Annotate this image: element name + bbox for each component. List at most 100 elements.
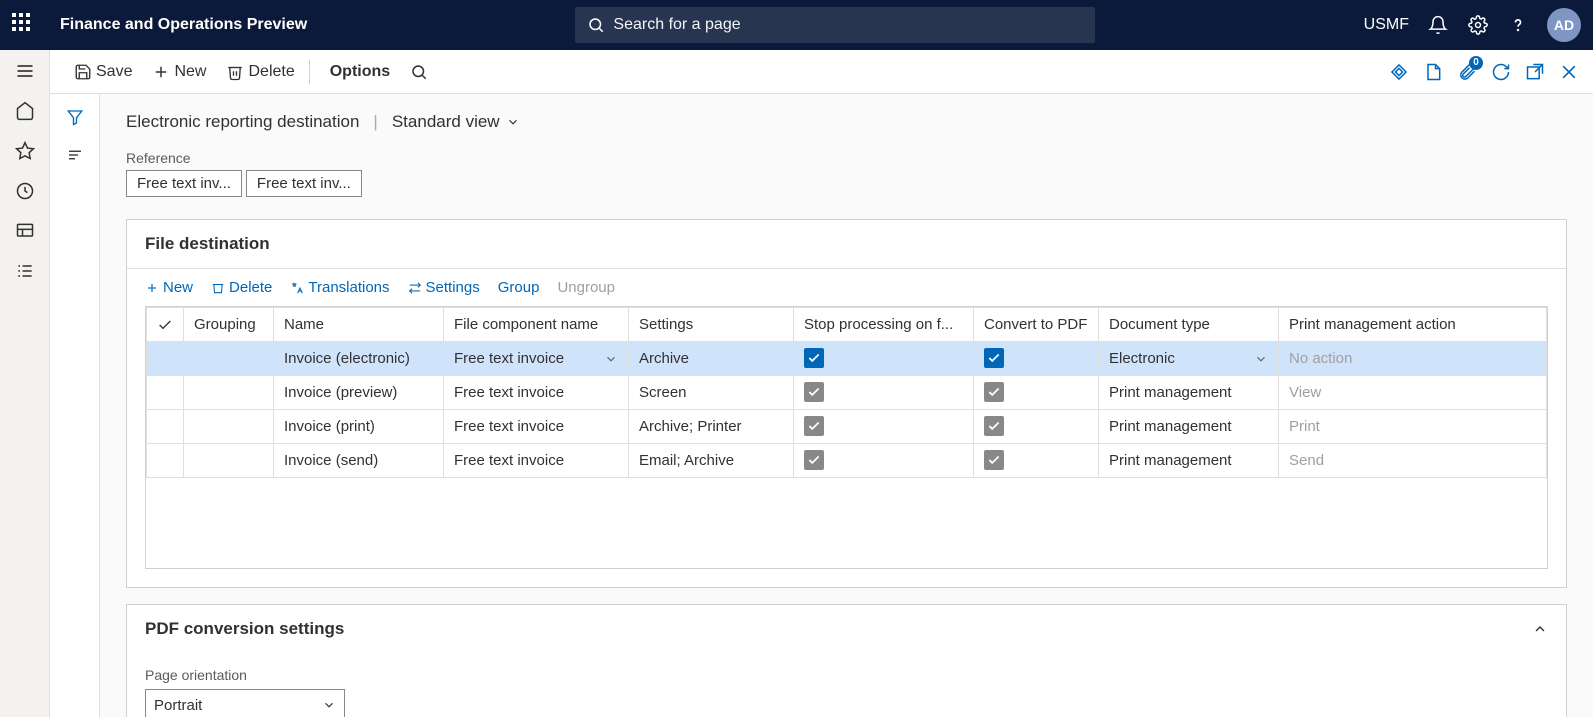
ungroup-label: Ungroup (557, 279, 615, 296)
grid-new-button[interactable]: New (145, 279, 193, 296)
modules-icon[interactable] (14, 260, 36, 282)
workspace-icon[interactable] (14, 220, 36, 242)
home-icon[interactable] (14, 100, 36, 122)
table-row[interactable]: Invoice (preview)Free text invoiceScreen… (147, 376, 1547, 410)
checkbox[interactable] (984, 382, 1004, 402)
file-component-cell[interactable]: Free text invoice (444, 376, 629, 410)
col-doctype[interactable]: Document type (1099, 308, 1279, 342)
row-select-cell[interactable] (147, 444, 184, 478)
gear-icon[interactable] (1467, 14, 1489, 36)
app-title: Finance and Operations Preview (60, 16, 307, 34)
convert-cell[interactable] (974, 376, 1099, 410)
close-icon[interactable] (1559, 62, 1579, 82)
pm-action-cell[interactable]: View (1279, 376, 1547, 410)
save-button[interactable]: Save (64, 63, 142, 81)
file-destination-header[interactable]: File destination (127, 220, 1566, 268)
col-stop[interactable]: Stop processing on f... (794, 308, 974, 342)
hamburger-icon[interactable] (14, 60, 36, 82)
convert-cell[interactable] (974, 410, 1099, 444)
row-select-cell[interactable] (147, 410, 184, 444)
new-label: New (174, 63, 206, 81)
pm-action-cell[interactable]: Print (1279, 410, 1547, 444)
name-cell[interactable]: Invoice (print) (274, 410, 444, 444)
doctype-cell[interactable]: Electronic (1099, 342, 1279, 376)
grouping-cell[interactable] (184, 376, 274, 410)
new-button[interactable]: New (142, 63, 216, 81)
col-grouping[interactable]: Grouping (184, 308, 274, 342)
doctype-cell[interactable]: Print management (1099, 376, 1279, 410)
settings-cell[interactable]: Archive (629, 342, 794, 376)
breadcrumb: Electronic reporting destination | Stand… (126, 112, 1567, 132)
settings-cell[interactable]: Email; Archive (629, 444, 794, 478)
delete-button[interactable]: Delete (216, 63, 304, 81)
refresh-icon[interactable] (1491, 62, 1511, 82)
name-cell[interactable]: Invoice (send) (274, 444, 444, 478)
table-row[interactable]: Invoice (send)Free text invoiceEmail; Ar… (147, 444, 1547, 478)
grouping-cell[interactable] (184, 444, 274, 478)
grouping-cell[interactable] (184, 410, 274, 444)
bell-icon[interactable] (1427, 14, 1449, 36)
doctype-cell[interactable]: Print management (1099, 410, 1279, 444)
avatar[interactable]: AD (1547, 8, 1581, 42)
pm-action-cell[interactable]: No action (1279, 342, 1547, 376)
row-select-cell[interactable] (147, 376, 184, 410)
grid-delete-button[interactable]: Delete (211, 279, 272, 296)
app-launcher-icon[interactable] (12, 13, 36, 37)
stop-cell[interactable] (794, 444, 974, 478)
table-row[interactable]: Invoice (print)Free text invoiceArchive;… (147, 410, 1547, 444)
settings-cell[interactable]: Archive; Printer (629, 410, 794, 444)
name-cell[interactable]: Invoice (preview) (274, 376, 444, 410)
convert-cell[interactable] (974, 342, 1099, 376)
file-component-cell[interactable]: Free text invoice (444, 444, 629, 478)
orientation-dropdown[interactable]: Portrait (145, 689, 345, 717)
name-cell[interactable]: Invoice (electronic) (274, 342, 444, 376)
recent-icon[interactable] (14, 180, 36, 202)
related-icon[interactable] (64, 144, 86, 166)
checkbox[interactable] (804, 382, 824, 402)
file-component-cell[interactable]: Free text invoice (444, 410, 629, 444)
reference-pill[interactable]: Free text inv... (246, 170, 362, 197)
table-row[interactable]: Invoice (electronic)Free text invoiceArc… (147, 342, 1547, 376)
col-settings[interactable]: Settings (629, 308, 794, 342)
group-button[interactable]: Group (498, 279, 540, 296)
search-box[interactable] (575, 7, 1095, 43)
view-selector[interactable]: Standard view (392, 112, 520, 132)
convert-cell[interactable] (974, 444, 1099, 478)
pm-action-cell[interactable]: Send (1279, 444, 1547, 478)
grouping-cell[interactable] (184, 342, 274, 376)
doctype-cell[interactable]: Print management (1099, 444, 1279, 478)
company-code[interactable]: USMF (1364, 16, 1409, 34)
checkbox[interactable] (984, 416, 1004, 436)
checkbox[interactable] (984, 348, 1004, 368)
checkbox[interactable] (804, 348, 824, 368)
checkbox[interactable] (804, 416, 824, 436)
row-select-cell[interactable] (147, 342, 184, 376)
col-file-component[interactable]: File component name (444, 308, 629, 342)
file-component-cell[interactable]: Free text invoice (444, 342, 629, 376)
select-all-header[interactable] (147, 308, 184, 342)
star-icon[interactable] (14, 140, 36, 162)
col-name[interactable]: Name (274, 308, 444, 342)
stop-cell[interactable] (794, 342, 974, 376)
attach-button[interactable]: 0 (1457, 62, 1477, 82)
action-search-button[interactable] (400, 63, 438, 81)
stop-cell[interactable] (794, 376, 974, 410)
col-pm-action[interactable]: Print management action (1279, 308, 1547, 342)
checkbox[interactable] (984, 450, 1004, 470)
popout-icon[interactable] (1525, 62, 1545, 82)
search-input[interactable] (613, 16, 1083, 34)
diamond-icon[interactable] (1389, 62, 1409, 82)
col-convert[interactable]: Convert to PDF (974, 308, 1099, 342)
pdf-settings-header[interactable]: PDF conversion settings (127, 605, 1566, 653)
settings-button[interactable]: Settings (408, 279, 480, 296)
translations-button[interactable]: Translations (290, 279, 389, 296)
checkbox[interactable] (804, 450, 824, 470)
stop-cell[interactable] (794, 410, 974, 444)
funnel-icon[interactable] (64, 106, 86, 128)
help-icon[interactable] (1507, 14, 1529, 36)
reference-pill[interactable]: Free text inv... (126, 170, 242, 197)
options-button[interactable]: Options (320, 63, 400, 81)
plus-icon (152, 63, 170, 81)
office-icon[interactable] (1423, 62, 1443, 82)
settings-cell[interactable]: Screen (629, 376, 794, 410)
